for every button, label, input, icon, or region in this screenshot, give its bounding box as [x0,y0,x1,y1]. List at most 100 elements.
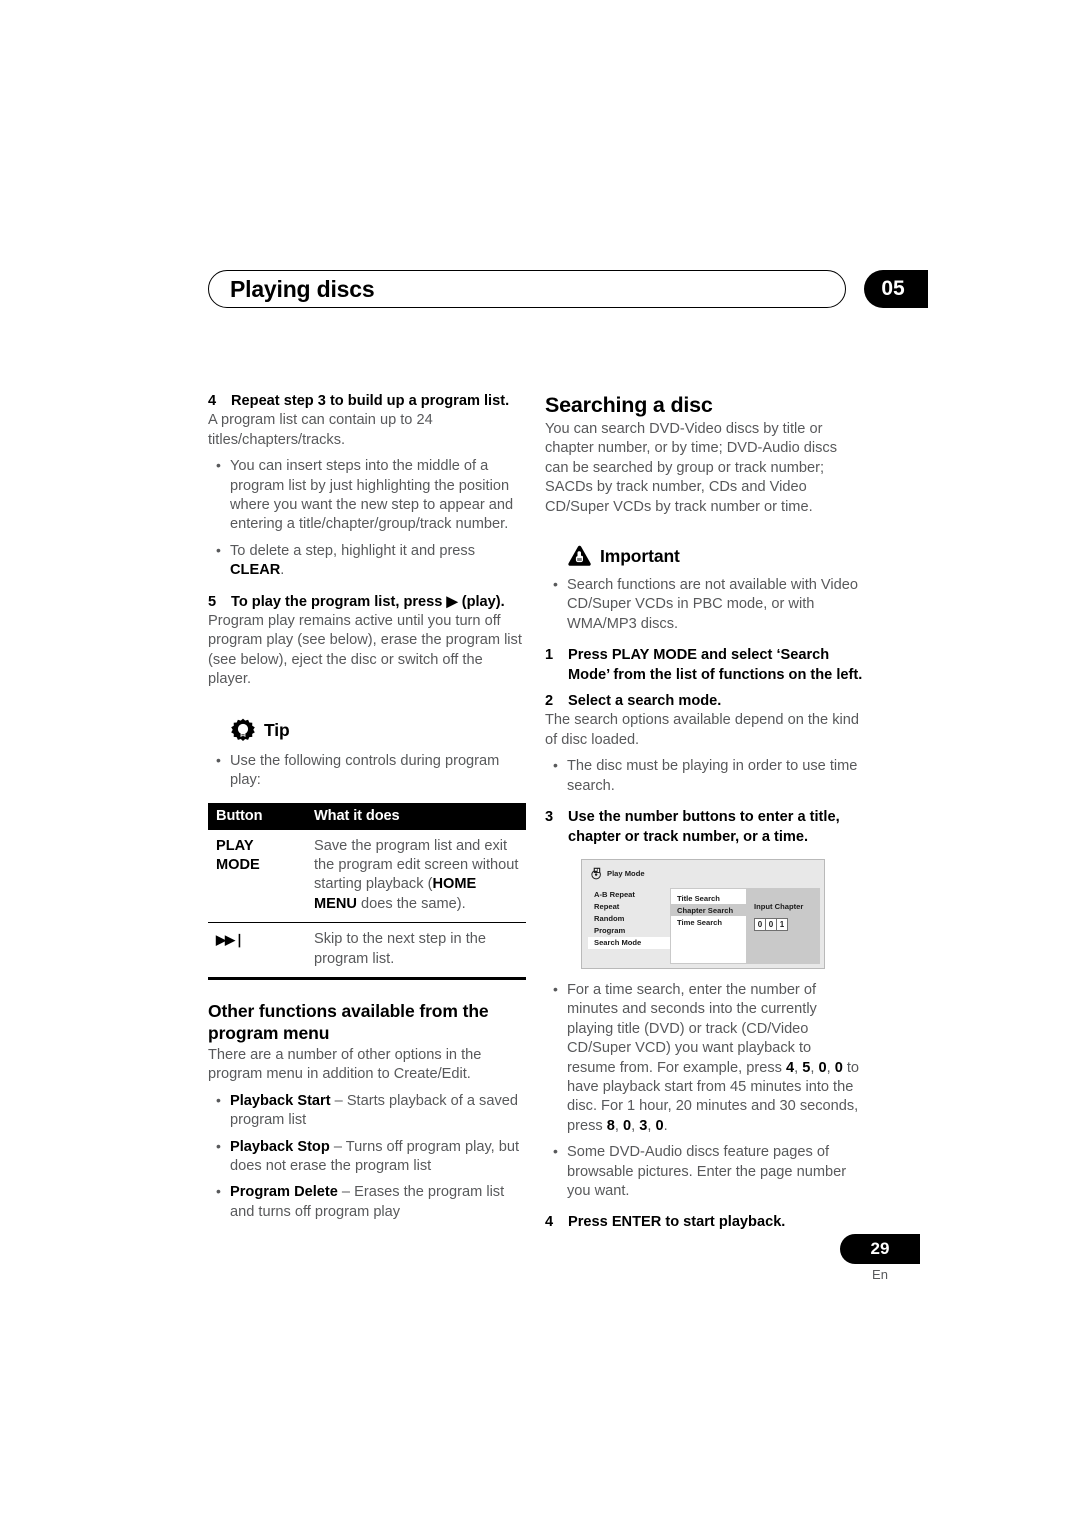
osd-menu-item-ab-repeat[interactable]: A-B Repeat [588,888,670,900]
tip-bulb-icon [231,718,255,741]
manual-page: Playing discs 05 4 Repeat step 3 to buil… [0,0,1080,1528]
search-step-4-text: Press ENTER to start playback. [568,1214,786,1231]
page-title: Playing discs [230,276,375,302]
num-5: 5 [802,1059,811,1076]
osd-submenu-item-title-search[interactable]: Title Search [671,892,751,904]
table-header-row: Button What it does [208,802,526,830]
osd-title: Play Mode [590,867,645,880]
list-item: Program Delete – Erases the program list… [208,1182,526,1222]
step-5-body: Program play remains active until you tu… [208,613,522,688]
play-mode-osd-figure: Play Mode A-B Repeat Repeat Random Progr… [581,858,825,969]
important-triangle-icon [568,545,591,566]
cell-desc-play-mode: Save the program list and exit the progr… [314,837,519,912]
osd-menu-item-random[interactable]: Random [588,912,670,924]
search-step-1-heading: 1 Press PLAY MODE and select ‘Search Mod… [545,646,863,685]
step-5-heading: 5 To play the program list, press ▶ (pla… [208,593,526,612]
tip-label: Tip [264,720,290,741]
search-step-1-text: Press PLAY MODE and select ‘Search Mode’… [568,647,863,683]
list-item: For a time search, enter the number of m… [545,980,863,1136]
num-0d: 0 [655,1117,664,1134]
language-code: En [872,1267,888,1282]
dash: – [337,1184,355,1201]
step-5-text: To play the program list, press ▶ (play)… [231,593,505,610]
search-step-2-body: The search options available depend on t… [545,712,859,748]
term-playback-stop: Playback Stop [230,1138,330,1155]
num-3: 3 [639,1117,648,1134]
osd-input-panel: Input Chapter 0 0 1 [746,887,820,964]
dash: – [329,1138,346,1155]
bullet-text: Use the following controls during progra… [230,752,500,789]
step-4-bullets: You can insert steps into the middle of … [208,456,526,581]
step-4-number: 4 [208,393,217,409]
list-item: Playback Start – Starts playback of a sa… [208,1091,526,1131]
osd-menu-item-search-mode[interactable]: Search Mode [588,936,670,949]
list-item: You can insert steps into the middle of … [208,456,526,535]
program-controls-table: Button What it does PLAY MODE Save the pr… [208,802,526,980]
important-bullets: Search functions are not available with … [545,575,863,634]
step-5-number: 5 [208,593,217,610]
searching-intro: You can search DVD-Video discs by title … [545,421,837,515]
other-functions-bullets: Playback Start – Starts playback of a sa… [208,1091,526,1222]
right-column: Searching a disc You can search DVD-Vide… [545,392,863,1233]
list-item: Search functions are not available with … [545,575,863,634]
osd-menu-item-repeat[interactable]: Repeat [588,900,670,912]
search-step-2-bullets: The disc must be playing in order to use… [545,756,863,796]
tip-bullets: Use the following controls during progra… [208,751,526,791]
num-4: 4 [785,1059,795,1076]
other-functions-body: There are a number of other options in t… [208,1046,482,1083]
searching-a-disc-heading: Searching a disc [545,393,713,417]
list-item: Use the following controls during progra… [208,751,526,791]
dash: – [330,1092,347,1109]
step-4-text: Repeat step 3 to build up a program list… [231,393,510,409]
osd-submenu-item-chapter-search[interactable]: Chapter Search [671,904,751,917]
left-column: 4 Repeat step 3 to build up a program li… [208,392,526,1222]
osd-digit-3[interactable]: 1 [776,917,788,931]
osd-menu-item-program[interactable]: Program [588,924,670,936]
bullet-text: The disc must be playing in order to use… [567,758,858,794]
column-header-what-it-does: What it does [306,802,526,830]
osd-title-label: Play Mode [607,868,645,878]
chapter-number-tab: 05 [864,270,928,308]
list-item: To delete a step, highlight it and press… [208,541,526,581]
clear-button-ref: CLEAR [230,562,281,579]
running-header: Playing discs 05 [208,270,928,310]
num-8: 8 [606,1117,615,1134]
list-item: Playback Stop – Turns off program play, … [208,1137,526,1177]
table-row: PLAY MODE Save the program list and exit … [208,830,526,923]
osd-search-mode-submenu: Title Search Chapter Search Time Search [670,887,752,964]
term-program-delete: Program Delete [230,1184,338,1201]
step-4-body: A program list can contain up to 24 titl… [208,412,433,448]
bullet-text: Some DVD-Audio discs feature pages of br… [567,1144,847,1199]
search-step-3-heading: 3 Use the number buttons to enter a titl… [545,808,863,847]
osd-input-label: Input Chapter [754,901,804,911]
search-step-3-number: 3 [545,809,554,826]
search-step-2-number: 2 [545,693,554,710]
step-4-heading: 4 Repeat step 3 to build up a program li… [208,392,526,411]
cell-desc-skip: Skip to the next step in the program lis… [306,922,526,980]
bullet-text: You can insert steps into the middle of … [230,458,514,533]
important-label: Important [600,546,680,567]
home-menu-ref: HOME MENU [314,876,477,912]
cell-button-play-mode: PLAY MODE [216,837,260,873]
other-functions-heading: Other functions available from the progr… [208,1000,489,1043]
search-step-2-text: Select a search mode. [568,693,722,710]
term-playback-start: Playback Start [230,1092,331,1109]
tip-header: Tip [230,718,526,744]
osd-function-list: A-B Repeat Repeat Random Program Search … [588,888,670,949]
search-step-3-bullets: For a time search, enter the number of m… [545,980,863,1201]
num-0a: 0 [818,1059,827,1076]
osd-digit-group: 0 0 1 [754,917,788,931]
page-number-tab: 29 [840,1234,920,1264]
list-item: Some DVD-Audio discs feature pages of br… [545,1142,863,1201]
important-header: Important [567,545,863,568]
search-step-2-heading: 2 Select a search mode. [545,692,863,711]
disc-tag-icon [591,867,601,880]
search-step-4-heading: 4 Press ENTER to start playback. [545,1213,863,1232]
page-footer: 29 En [840,1234,920,1282]
skip-next-icon: ▶▶❘ [216,932,245,948]
osd-submenu-item-time-search[interactable]: Time Search [671,916,751,928]
num-0c: 0 [622,1117,632,1134]
cell-button-skip: ▶▶❘ [208,922,306,980]
list-item: The disc must be playing in order to use… [545,756,863,796]
search-step-1-number: 1 [545,647,554,664]
